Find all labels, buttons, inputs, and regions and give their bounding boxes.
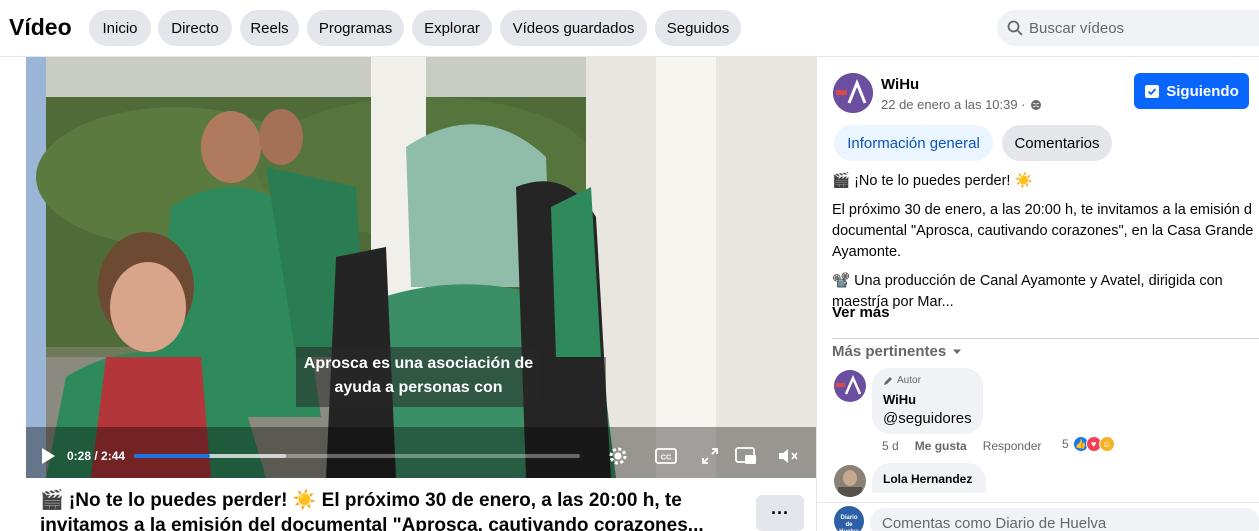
nav-explorar[interactable]: Explorar xyxy=(412,10,492,46)
time-display: 0:28 / 2:44 xyxy=(67,449,126,463)
globe-icon xyxy=(1030,99,1041,110)
post-details-panel: WiHu 22 de enero a las 10:39 · Siguiendo… xyxy=(816,57,1259,531)
comment-sort-dropdown[interactable]: Más pertinentes xyxy=(832,343,962,360)
settings-gear-icon[interactable] xyxy=(606,444,630,468)
desc-line: Ayamonte. xyxy=(832,244,902,260)
progress-bar[interactable] xyxy=(134,454,580,458)
comment-author-name[interactable]: WiHu xyxy=(883,392,916,407)
fullscreen-icon[interactable] xyxy=(698,444,722,468)
desc-line: documental "Aprosca, cautivando corazone… xyxy=(832,223,1254,239)
player-controls: 0:28 / 2:44 CC xyxy=(26,437,816,478)
like-comment-button[interactable]: Me gusta xyxy=(915,439,967,453)
post-caption: 🎬 ¡No te lo puedes perder! ☀️ El próximo… xyxy=(40,488,740,531)
tab-comentarios[interactable]: Comentarios xyxy=(1002,125,1112,161)
avatar[interactable]: DiariodeHuelva xyxy=(834,506,864,531)
search-input[interactable] xyxy=(1029,19,1249,37)
nav-inicio[interactable]: Inicio xyxy=(89,10,151,46)
play-icon[interactable] xyxy=(36,444,60,468)
search-box[interactable] xyxy=(997,10,1259,46)
tab-informacion-general[interactable]: Información general xyxy=(834,125,993,161)
following-label: Siguiendo xyxy=(1166,82,1239,100)
comment-input[interactable] xyxy=(870,508,1259,531)
search-icon xyxy=(1007,20,1023,36)
desc-paragraph-1: 🎬 ¡No te lo puedes perder! ☀️ xyxy=(832,173,1033,189)
comment-composer: DiariodeHuelva xyxy=(817,502,1259,531)
video-subtitle: Aprosca es una asociación de ayuda a per… xyxy=(296,347,541,407)
see-more-link[interactable]: Ver más xyxy=(832,304,890,321)
more-options-button[interactable]: ··· xyxy=(756,495,804,531)
page-title: Vídeo xyxy=(9,14,72,40)
page-name[interactable]: WiHu xyxy=(881,76,919,93)
top-bar: Vídeo Inicio Directo Reels Programas Exp… xyxy=(0,0,1259,57)
nav-reels[interactable]: Reels xyxy=(240,10,299,46)
video-player[interactable]: Aprosca es una asociación de ayuda a per… xyxy=(26,57,816,478)
divider xyxy=(832,338,1259,339)
care-reaction-icon: ☺ xyxy=(1098,436,1115,452)
following-button[interactable]: Siguiendo xyxy=(1134,73,1249,109)
pencil-icon xyxy=(884,376,892,385)
mute-icon[interactable] xyxy=(776,444,800,468)
desc-line: maestría por Mar... xyxy=(832,294,954,310)
avatar[interactable] xyxy=(834,370,866,402)
post-date-text: 22 de enero a las 10:39 · xyxy=(881,97,1026,112)
comment-author-name[interactable]: Lola Hernandez xyxy=(883,472,972,486)
post-date[interactable]: 22 de enero a las 10:39 · xyxy=(881,97,1042,112)
chevron-down-icon xyxy=(953,349,962,354)
comment-text: @seguidores xyxy=(883,410,972,427)
desc-paragraph-2: El próximo 30 de enero, a las 20:00 h, t… xyxy=(832,200,1259,263)
comment-bubble: Autor WiHu @seguidores xyxy=(872,368,983,434)
nav-videos-guardados[interactable]: Vídeos guardados xyxy=(500,10,647,46)
comment-bubble: Lola Hernandez xyxy=(872,463,986,493)
desc-line: El próximo 30 de enero, a las 20:00 h, t… xyxy=(832,202,1252,218)
svg-text:CC: CC xyxy=(661,453,672,462)
nav-seguidos[interactable]: Seguidos xyxy=(655,10,741,46)
desc-paragraph-3: 📽️ Una producción de Canal Ayamonte y Av… xyxy=(832,271,1259,313)
pip-icon[interactable] xyxy=(734,444,758,468)
comment-meta: 5 d Me gusta Responder xyxy=(882,439,1041,453)
author-badge-label: Autor xyxy=(897,375,921,386)
caption-line-2: invitamos a la emisión del documental "A… xyxy=(40,515,704,531)
reaction-count: 5 xyxy=(1062,437,1069,451)
comment-reactions[interactable]: 5 👍 ♥ ☺ xyxy=(1062,436,1115,452)
progress-fill xyxy=(134,454,210,458)
caption-line-1: 🎬 ¡No te lo puedes perder! ☀️ El próximo… xyxy=(40,490,682,511)
subtitle-line-2: ayuda a personas con xyxy=(334,379,503,396)
reply-button[interactable]: Responder xyxy=(983,439,1042,453)
subtitle-line-1: Aprosca es una asociación de xyxy=(303,355,534,372)
comment-age[interactable]: 5 d xyxy=(882,439,899,453)
page-avatar[interactable] xyxy=(833,73,873,113)
sort-label-text: Más pertinentes xyxy=(832,343,947,360)
nav-programas[interactable]: Programas xyxy=(307,10,404,46)
author-badge: Autor xyxy=(883,375,921,386)
nav-directo[interactable]: Directo xyxy=(158,10,232,46)
following-check-icon xyxy=(1145,85,1160,98)
captions-icon[interactable]: CC xyxy=(654,444,678,468)
post-description: 🎬 ¡No te lo puedes perder! ☀️ El próximo… xyxy=(832,171,1259,313)
video-frame-image xyxy=(26,57,816,478)
avatar[interactable] xyxy=(834,465,866,497)
desc-line: 📽️ Una producción de Canal Ayamonte y Av… xyxy=(832,273,1223,289)
